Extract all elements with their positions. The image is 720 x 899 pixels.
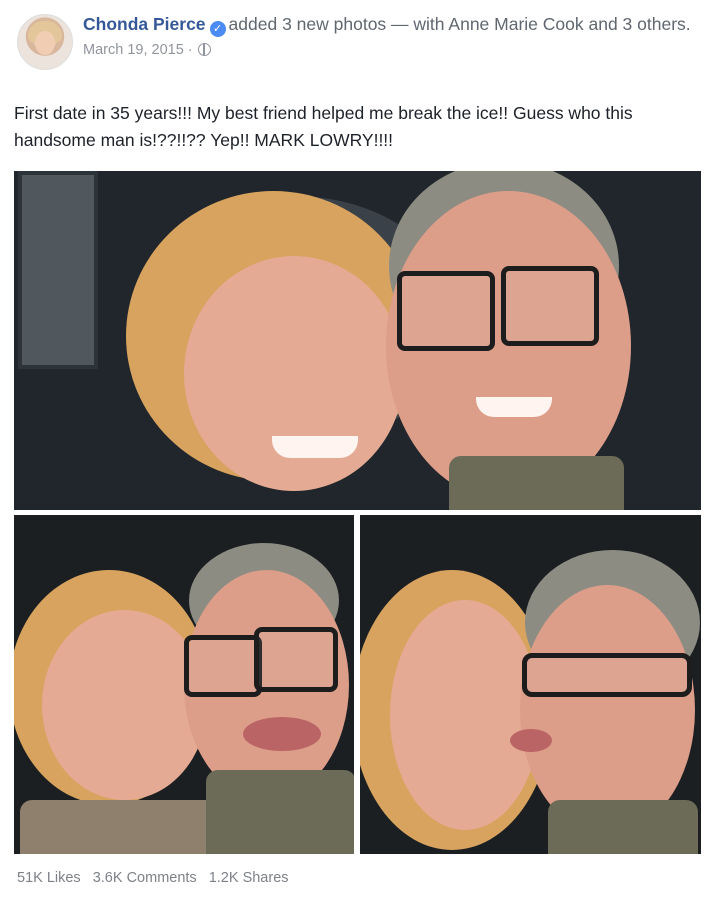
post-date[interactable]: March 19, 2015 · bbox=[83, 42, 193, 58]
man-glasses bbox=[522, 653, 692, 697]
comments-count[interactable]: 3.6K Comments bbox=[93, 870, 197, 886]
facebook-post: Chonda Pierce ✓ added 3 new photos — with … bbox=[0, 0, 720, 899]
post-meta: March 19, 2015 · bbox=[83, 41, 703, 59]
man-glasses-left bbox=[397, 271, 495, 351]
author-name[interactable]: Chonda Pierce bbox=[83, 14, 206, 34]
post-stats: 51K Likes 3.6K Comments 1.2K Shares bbox=[17, 870, 297, 886]
photo-funny-face[interactable] bbox=[14, 515, 354, 854]
shares-count[interactable]: 1.2K Shares bbox=[209, 870, 289, 886]
verified-badge-icon: ✓ bbox=[209, 21, 226, 37]
likes-count[interactable]: 51K Likes bbox=[17, 870, 81, 886]
man-smile bbox=[476, 397, 552, 417]
woman-smile bbox=[272, 436, 358, 458]
post-caption: First date in 35 years!!! My best friend… bbox=[14, 103, 633, 150]
photo-main[interactable] bbox=[14, 171, 701, 510]
man-puckered-lips bbox=[243, 717, 321, 751]
man-glasses-left bbox=[184, 635, 262, 697]
woman-face bbox=[390, 600, 540, 830]
man-shirt bbox=[449, 456, 624, 510]
post-header-line: Chonda Pierce ✓ added 3 new photos — with … bbox=[83, 12, 703, 37]
woman-shirt bbox=[20, 800, 230, 854]
background-window bbox=[18, 171, 98, 369]
man-shirt bbox=[548, 800, 698, 854]
man-shirt bbox=[206, 770, 354, 854]
man-glasses-right bbox=[501, 266, 599, 346]
avatar[interactable] bbox=[17, 14, 73, 70]
avatar-face bbox=[35, 31, 55, 55]
man-glasses-right bbox=[254, 627, 338, 692]
kiss-lips bbox=[510, 729, 552, 752]
globe-icon[interactable] bbox=[197, 43, 211, 56]
woman-face bbox=[42, 610, 207, 800]
photo-kiss[interactable] bbox=[360, 515, 701, 854]
man-face bbox=[520, 585, 695, 835]
post-action-text: added 3 new photos — with Anne Marie Coo… bbox=[228, 14, 691, 34]
post-header: Chonda Pierce ✓ added 3 new photos — with … bbox=[83, 12, 703, 59]
